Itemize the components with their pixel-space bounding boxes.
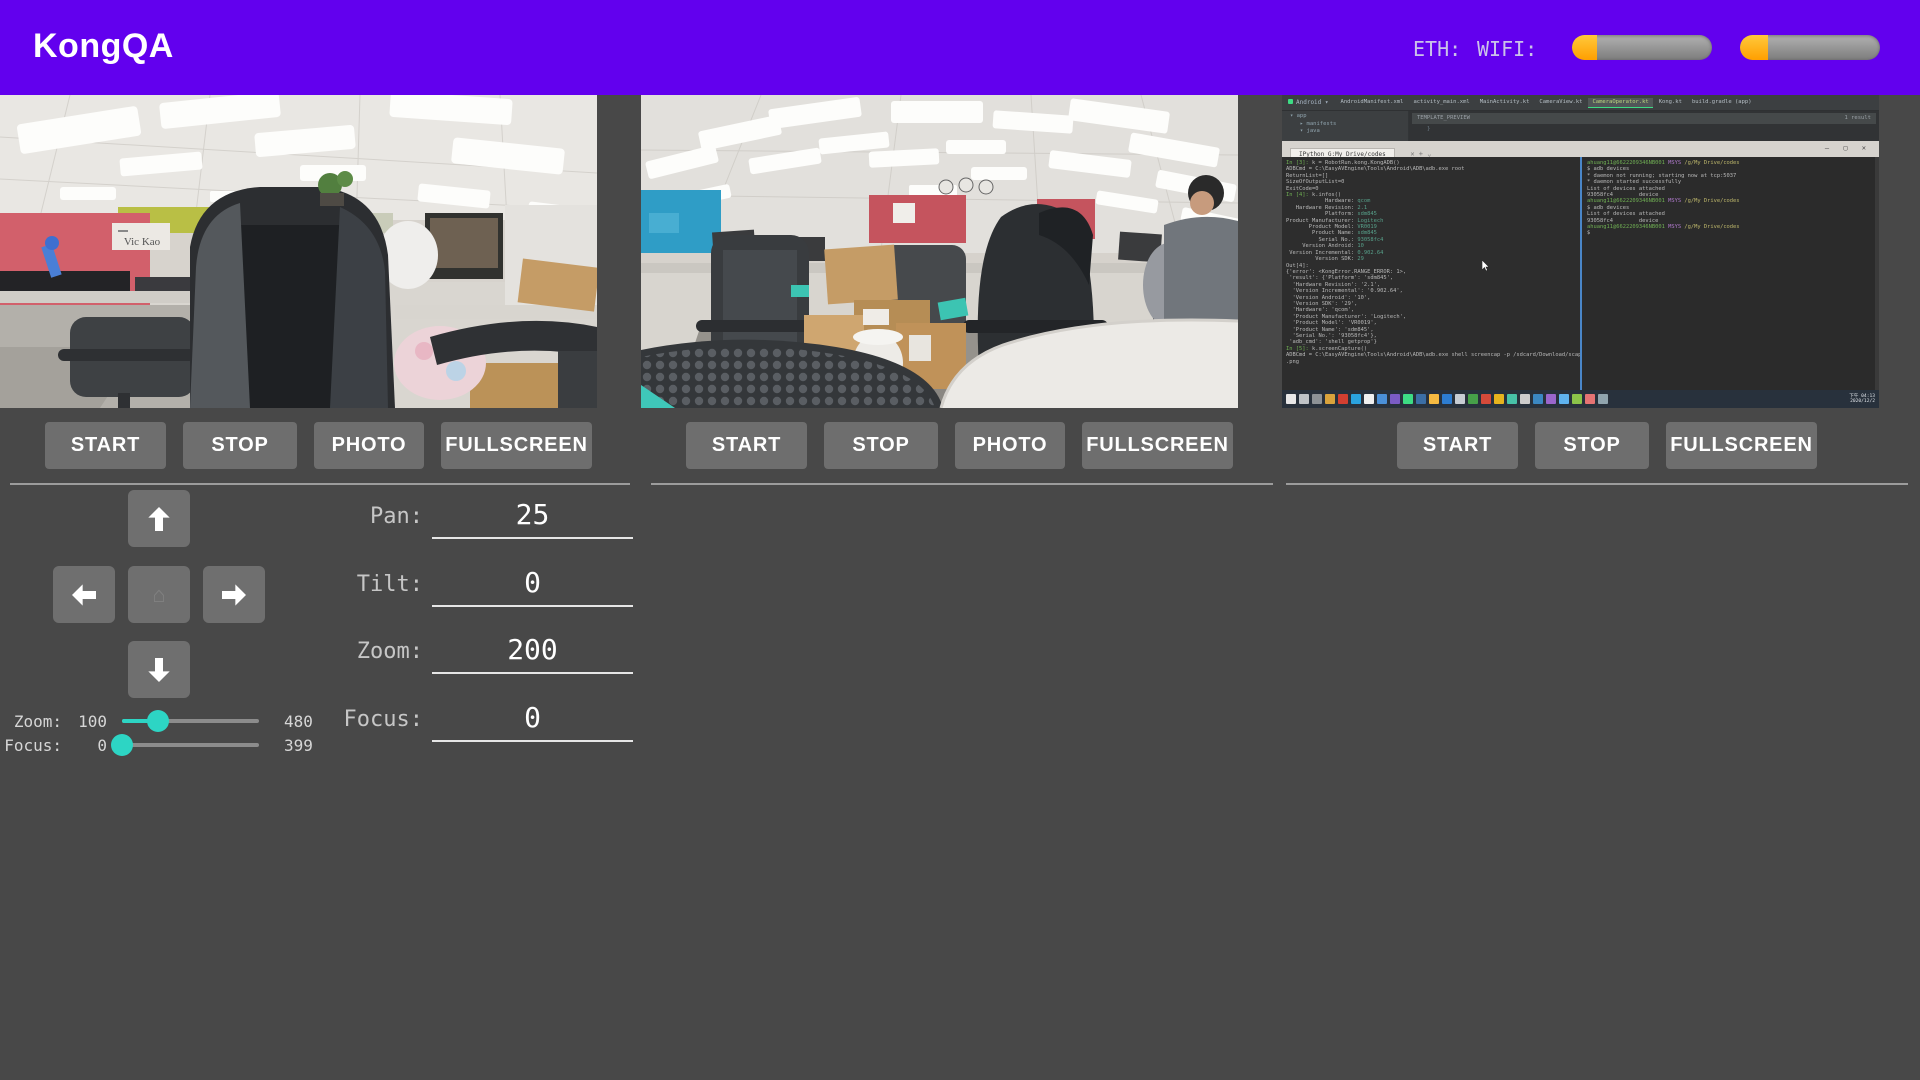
dpad-up-button[interactable] [128, 490, 190, 547]
eth-label: ETH: [1413, 37, 1461, 61]
camera-3-start-button[interactable]: START [1397, 422, 1518, 469]
right-arrow-icon [218, 579, 250, 611]
dpad-down-button[interactable] [128, 641, 190, 698]
ide-tab-bar: AndroidManifest.xmlactivity_main.xmlMain… [1337, 98, 1756, 108]
camera-1-fullscreen-button[interactable]: FULLSCREEN [441, 422, 592, 469]
ide-project-selector: Android ▾ [1288, 99, 1329, 106]
zoom-slider-min: 100 [62, 712, 107, 731]
taskbar-clock: 下午 04:13 2020/12/2 [1849, 394, 1875, 405]
taskbar-icons [1286, 394, 1608, 404]
office-sign-text: Vic Kao [124, 236, 161, 248]
tilt-field-input[interactable]: 0 [432, 563, 633, 607]
down-arrow-icon [143, 654, 175, 686]
pan-field-input[interactable]: 25 [432, 495, 633, 539]
camera-3-fullscreen-button[interactable]: FULLSCREEN [1666, 422, 1817, 469]
ide-menu-bar: Android ▾ AndroidManifest.xmlactivity_ma… [1282, 95, 1879, 111]
console-window-controls: — ▢ ✕ [1825, 144, 1871, 152]
zoom-slider-thumb[interactable] [147, 710, 169, 732]
camera-feed-3: Android ▾ AndroidManifest.xmlactivity_ma… [1282, 95, 1879, 408]
console-left-pane: In [3]: k = RobotRun.kong.KongADB()ADBCm… [1282, 157, 1580, 390]
ide-code-line: } [1409, 126, 1879, 132]
zoom-slider[interactable] [122, 719, 259, 723]
camera-1-start-button[interactable]: START [45, 422, 166, 469]
camera-2-photo-button[interactable]: PHOTO [955, 422, 1065, 469]
wifi-progress [1740, 35, 1880, 60]
tilt-field-value: 0 [524, 566, 541, 599]
left-arrow-icon [68, 579, 100, 611]
camera-1-photo-button[interactable]: PHOTO [314, 422, 424, 469]
focus-slider-min: 0 [62, 736, 107, 755]
camera-2-start-button[interactable]: START [686, 422, 807, 469]
divider-1 [10, 483, 630, 485]
kongqa-app: KongQA ETH: WIFI: [0, 0, 1920, 1080]
camera-2-stop-button[interactable]: STOP [824, 422, 938, 469]
camera-2-fullscreen-button[interactable]: FULLSCREEN [1082, 422, 1233, 469]
focus-slider[interactable] [122, 743, 259, 747]
mouse-cursor-icon [1482, 260, 1490, 271]
camera-1-button-row: START STOP PHOTO FULLSCREEN [45, 422, 592, 469]
eth-progress [1572, 35, 1712, 60]
camera-feed-2 [641, 95, 1238, 408]
eth-progress-fill [1572, 35, 1597, 60]
focus-slider-label: Focus: [0, 736, 62, 755]
camera-feed-2-image [641, 95, 1238, 408]
camera-feed-1: Vic Kao [0, 95, 597, 408]
camera-3-stop-button[interactable]: STOP [1535, 422, 1649, 469]
zoom-field-input[interactable]: 200 [432, 630, 633, 674]
zoom-field-value: 200 [507, 633, 558, 666]
focus-field-label: Focus: [280, 698, 423, 742]
focus-field-value: 0 [524, 701, 541, 734]
home-icon: ⌂ [152, 582, 165, 608]
zoom-field-label: Zoom: [280, 630, 423, 674]
console-title-bar: IPython G:My Drive/codes ✕ + ⌄ — ▢ ✕ [1282, 141, 1879, 157]
focus-field-input[interactable]: 0 [432, 698, 633, 742]
camera-3-button-row: START STOP FULLSCREEN [1397, 422, 1817, 469]
camera-2-button-row: START STOP PHOTO FULLSCREEN [686, 422, 1233, 469]
wifi-label: WIFI: [1477, 37, 1537, 61]
ide-region: Android ▾ AndroidManifest.xmlactivity_ma… [1282, 95, 1879, 141]
divider-3 [1286, 483, 1908, 485]
pan-field-label: Pan: [280, 495, 423, 539]
pan-field-value: 25 [516, 498, 550, 531]
dpad-center-button[interactable]: ⌂ [128, 566, 190, 623]
wifi-progress-fill [1740, 35, 1768, 60]
camera-feed-1-image: Vic Kao [0, 95, 597, 408]
ide-search-field: TEMPLATE_PREVIEW 1 result [1412, 113, 1876, 124]
divider-2 [651, 483, 1273, 485]
focus-slider-thumb[interactable] [111, 734, 133, 756]
ide-project-tree: ▾ app ▸ manifests ▾ java [1282, 111, 1409, 143]
console-right-pane: ahuang11@6622209346NB001 MSYS /g/My Driv… [1582, 157, 1879, 390]
dpad-left-button[interactable] [53, 566, 115, 623]
app-title: KongQA [33, 27, 174, 66]
zoom-slider-label: Zoom: [0, 712, 62, 731]
camera-1-stop-button[interactable]: STOP [183, 422, 297, 469]
taskbar: 下午 04:13 2020/12/2 [1282, 390, 1879, 408]
tilt-field-label: Tilt: [280, 563, 423, 607]
dpad-right-button[interactable] [203, 566, 265, 623]
up-arrow-icon [143, 503, 175, 535]
app-bar: KongQA ETH: WIFI: [0, 0, 1920, 95]
